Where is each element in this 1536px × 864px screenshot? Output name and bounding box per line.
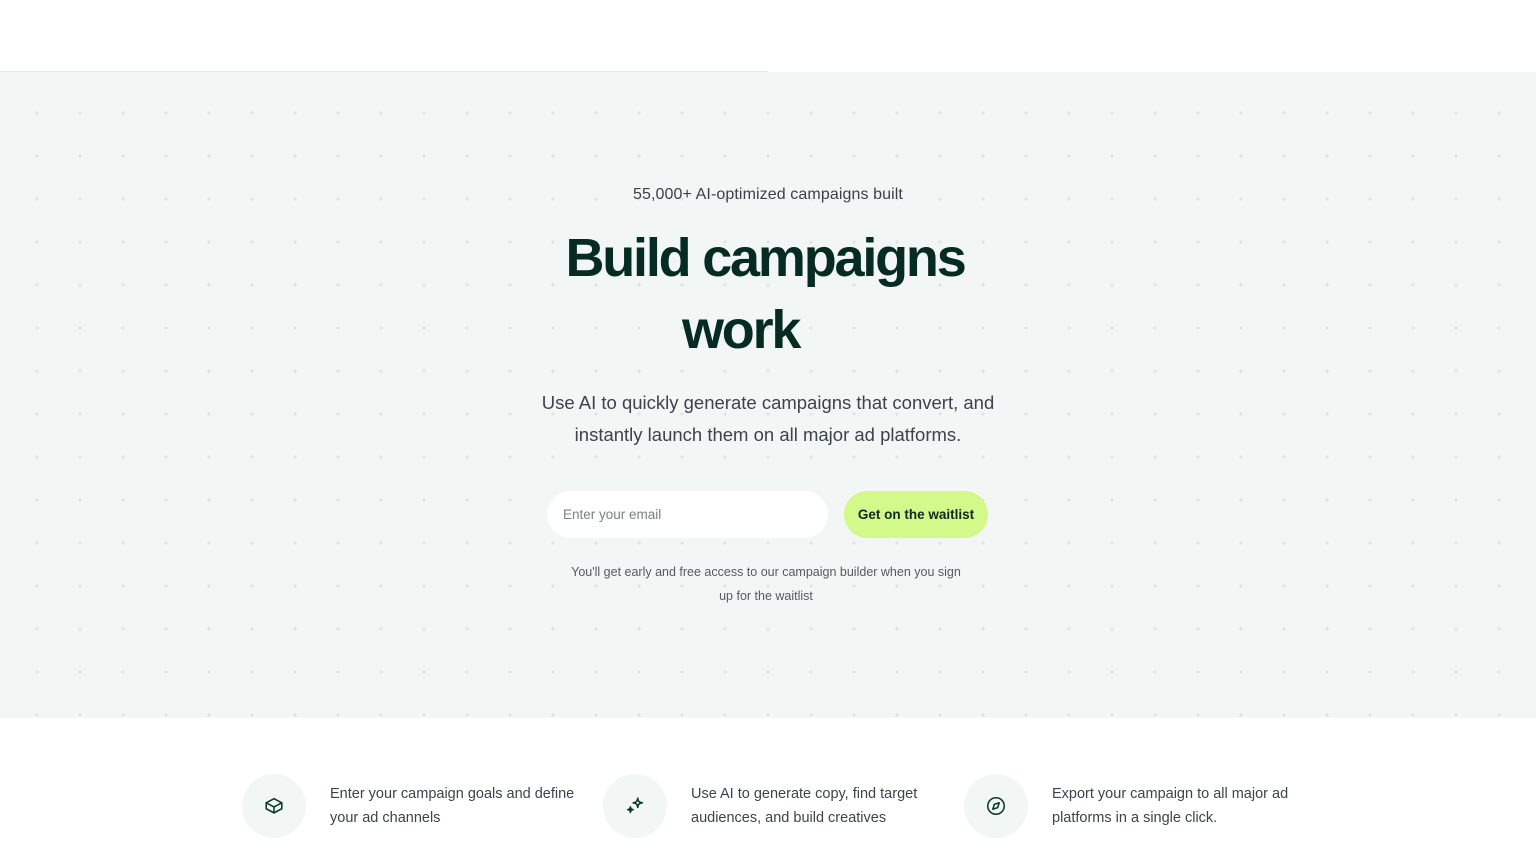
feature-text: Use AI to generate copy, find target aud… — [691, 786, 918, 826]
join-waitlist-button[interactable]: Get on the waitlist — [844, 491, 988, 538]
email-input[interactable] — [547, 491, 828, 538]
sparkles-icon — [626, 797, 644, 814]
feature-icon-badge — [603, 774, 667, 838]
feature-item: Enter your campaign goals and define you… — [242, 774, 602, 838]
campaigns-built-stat: 55,000+ AI-optimized campaigns built — [633, 186, 903, 203]
feature-text: Enter your campaign goals and define you… — [330, 786, 575, 826]
features-section: Enter your campaign goals and define you… — [0, 718, 1536, 864]
hero-subtitle: Use AI to quickly generate campaigns tha… — [541, 392, 995, 445]
feature-icon-badge — [242, 774, 306, 838]
feature-item: Export your campaign to all major ad pla… — [964, 774, 1324, 838]
feature-icon-badge — [964, 774, 1028, 838]
waitlist-note: You'll get early and free access to our … — [571, 565, 961, 603]
headline-line-2: work — [682, 300, 801, 360]
compass-icon — [986, 796, 1006, 816]
top-bar — [0, 0, 1536, 72]
headline-line-1: Build campaigns — [565, 228, 966, 288]
feature-text: Export your campaign to all major ad pla… — [1052, 786, 1289, 826]
feature-item: Use AI to generate copy, find target aud… — [603, 774, 963, 838]
hero-headline: Build campaigns work — [560, 222, 970, 366]
box-icon — [265, 797, 283, 814]
